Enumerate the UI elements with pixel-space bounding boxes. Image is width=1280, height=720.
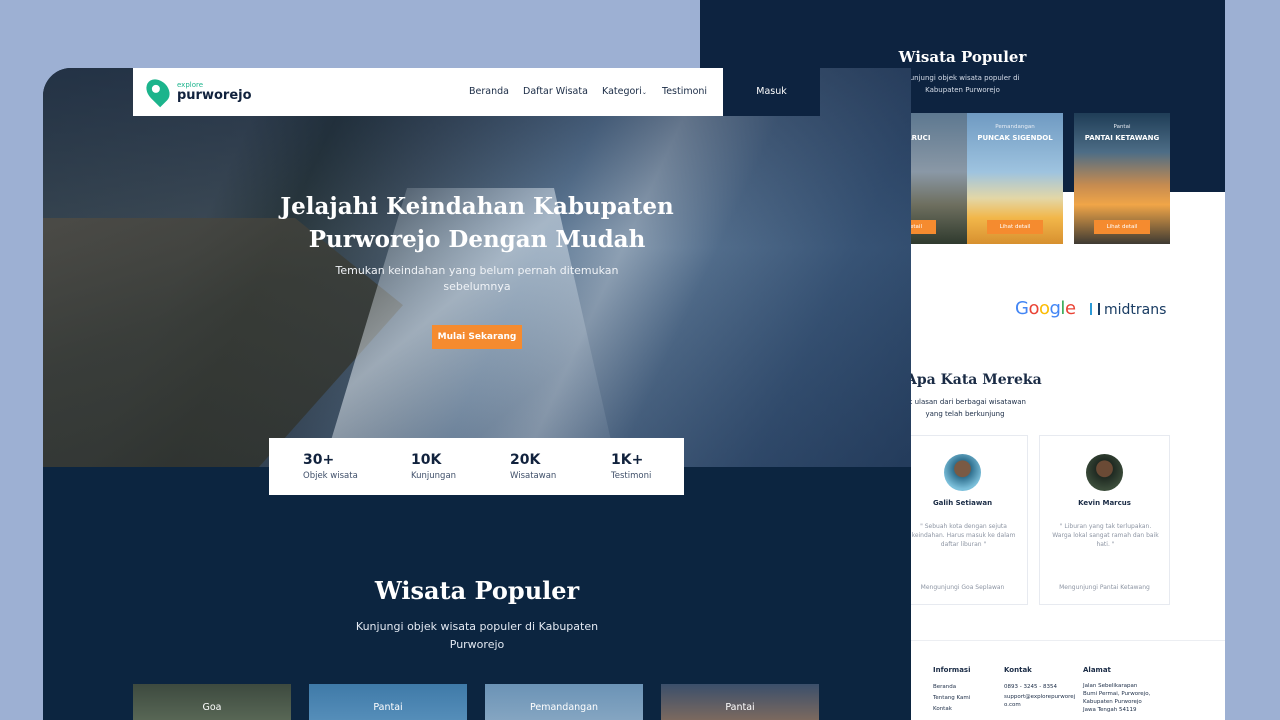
login-button[interactable]: Masuk — [723, 68, 820, 116]
reviewer-name: Galih Setiawan — [932, 499, 993, 507]
nav-testimoni[interactable]: Testimoni — [662, 86, 707, 97]
footer-contact: Kontak 0893 - 3245 - 8354 support@explor… — [1004, 665, 1076, 709]
hero-subtitle: Temukan keindahan yang belum pernah dite… — [335, 264, 619, 293]
card-name: PUNCAK SIGENDOL — [977, 134, 1053, 142]
visited-place: Mengunjungi Pantai Ketawang — [1059, 584, 1150, 591]
avatar — [1086, 454, 1123, 491]
address-line: Jawa Tengah 54119 — [1083, 707, 1137, 713]
midtrans-logo: midtrans — [1090, 302, 1166, 318]
address-line: Bumi Permai, Purworejo, — [1083, 691, 1151, 697]
location-pin-icon — [141, 74, 175, 108]
footer-address: Alamat Jalan Sebelikarapan Bumi Permai, … — [1083, 665, 1150, 714]
reviewer-name: Kevin Marcus — [1078, 499, 1131, 507]
detail-button[interactable]: Lihat detail — [987, 220, 1043, 234]
popular-subtitle: Kunjungi objek wisata populer di Kabupat… — [905, 74, 1020, 94]
testimonial-card: Galih Setiawan " Sebuah kota dengan seju… — [897, 435, 1028, 605]
footer-link-kontak[interactable]: Kontak — [933, 704, 970, 715]
address-line: Kabupaten Purworejo — [1083, 699, 1142, 705]
footer-link-tentang[interactable]: Tentang Kami — [933, 693, 970, 704]
card-category: Goa — [202, 702, 222, 713]
destination-card[interactable]: Pantai — [661, 684, 819, 720]
popular-subtitle: Kunjungi objek wisata populer di Kabupat… — [355, 620, 599, 651]
card-category: Pantai — [1113, 124, 1131, 130]
popular-title: Wisata Populer — [898, 48, 1027, 66]
card-name: PANTAI KETAWANG — [1084, 134, 1160, 142]
stat-item: 20K Wisatawan — [510, 452, 556, 481]
start-now-button[interactable]: Mulai Sekarang — [432, 325, 522, 349]
stat-label: Objek wisata — [303, 471, 358, 481]
stat-label: Wisatawan — [510, 471, 557, 481]
stat-item: 10K Kunjungan — [411, 452, 456, 481]
stat-item: 30+ Objek wisata — [303, 452, 358, 481]
stat-label: Testimoni — [611, 471, 652, 481]
stat-value: 20K — [510, 452, 541, 468]
avatar — [944, 454, 981, 491]
footer-heading: Informasi — [933, 666, 971, 674]
destination-card[interactable]: Goa — [133, 684, 291, 720]
stat-label: Kunjungan — [411, 471, 457, 481]
address-line: Jalan Sebelikarapan — [1083, 683, 1138, 689]
footer-email[interactable]: support@explorepurworejo.com — [1004, 693, 1076, 709]
visited-place: Mengunjungi Goa Seplawan — [920, 584, 1005, 591]
front-mockup: explore purworejo Beranda Daftar Wisata … — [43, 68, 911, 720]
footer-heading: Alamat — [1083, 666, 1111, 674]
footer-info: Informasi Beranda Tentang Kami Kontak — [933, 665, 970, 715]
destination-card[interactable]: Pantai — [309, 684, 467, 720]
footer-link-beranda[interactable]: Beranda — [933, 682, 970, 693]
stat-value: 10K — [411, 452, 442, 468]
review-quote: " Liburan yang tak terlupakan. Warga lok… — [1052, 523, 1159, 548]
stat-item: 1K+ Testimoni — [611, 452, 651, 481]
testimonials-title: Apa Kata Mereka — [906, 372, 1042, 388]
navbar: explore purworejo Beranda Daftar Wisata … — [133, 68, 723, 116]
chevron-down-icon: ⌄ — [641, 89, 647, 96]
testimonials-subtitle: ak ulasan dari berbagai wisatawan yang t… — [904, 398, 1026, 418]
stats-bar: 30+ Objek wisata 10K Kunjungan 20K Wisat… — [269, 438, 684, 495]
logo-text[interactable]: purworejo — [177, 88, 252, 103]
google-logo: Google — [1015, 298, 1076, 319]
nav-daftar-wisata[interactable]: Daftar Wisata — [523, 86, 588, 97]
detail-button[interactable]: Lihat detail — [1094, 220, 1150, 234]
footer-heading: Kontak — [1004, 666, 1032, 674]
footer-phone: 0893 - 3245 - 8354 — [1004, 684, 1057, 690]
destination-card[interactable]: Pemandangan — [485, 684, 643, 720]
hero-title: Jelajahi Keindahan Kabupaten Purworejo D… — [280, 193, 674, 253]
card-category: Pantai — [373, 702, 403, 713]
testimonial-card: Kevin Marcus " Liburan yang tak terlupak… — [1039, 435, 1170, 605]
stat-value: 30+ — [303, 452, 335, 468]
card-category: Pantai — [725, 702, 755, 713]
review-quote: " Sebuah kota dengan sejuta keindahan. H… — [911, 523, 1016, 548]
destination-card[interactable]: Pemandangan PUNCAK SIGENDOL Lihat detail — [967, 113, 1063, 244]
nav-beranda[interactable]: Beranda — [469, 86, 509, 97]
nav-kategori[interactable]: Kategori⌄ — [602, 86, 647, 97]
midtrans-icon — [1090, 303, 1100, 315]
card-category: Pemandangan — [995, 124, 1035, 130]
destination-card[interactable]: Pantai PANTAI KETAWANG Lihat detail — [1074, 113, 1170, 244]
midtrans-label: midtrans — [1104, 302, 1167, 318]
card-category: Pemandangan — [529, 702, 599, 713]
nav-kategori-label: Kategori — [602, 86, 642, 97]
stat-value: 1K+ — [611, 452, 644, 468]
popular-title: Wisata Populer — [374, 576, 580, 605]
